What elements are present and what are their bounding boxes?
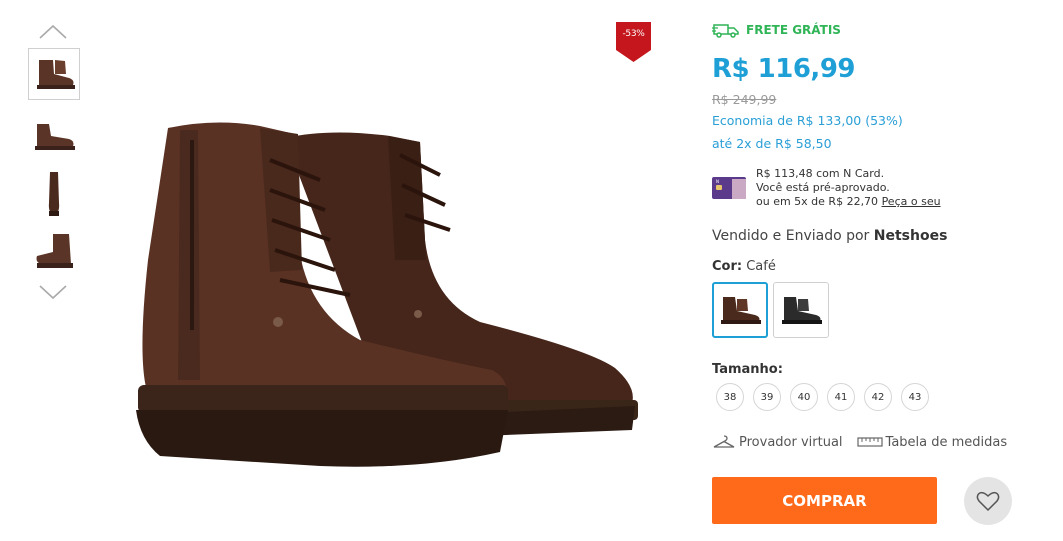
boot-thumbnail-image (37, 60, 75, 89)
color-swatch-cafe[interactable] (712, 282, 768, 338)
chevron-down-icon (39, 285, 67, 300)
old-price: R$ 249,99 (712, 92, 777, 107)
card-icon: N (712, 177, 746, 199)
truck-icon (712, 24, 739, 38)
size-option[interactable]: 40 (790, 383, 818, 411)
wishlist-button[interactable] (964, 477, 1012, 525)
size-label: Tamanho: (712, 362, 783, 377)
ncard-installments: ou em 5x de R$ 22,70 (756, 195, 879, 208)
thumbnail-gallery (24, 18, 84, 308)
free-shipping-label: FRETE GRÁTIS (746, 23, 841, 37)
gallery-down-arrow[interactable] (38, 282, 68, 302)
gallery-up-arrow[interactable] (38, 22, 68, 42)
boot-thumbnail-image (35, 124, 75, 150)
boot-swatch-image (721, 297, 761, 324)
size-option[interactable]: 41 (827, 383, 855, 411)
size-option[interactable]: 38 (716, 383, 744, 411)
color-value: Café (746, 259, 776, 274)
size-options: 38 39 40 41 42 43 (716, 383, 929, 411)
size-chart-link[interactable]: Tabela de medidas (856, 434, 1008, 450)
seller-info: Vendido e Enviado por Netshoes (712, 228, 947, 244)
badge-ribbon-shape (616, 22, 651, 62)
thumbnail-1[interactable] (28, 48, 80, 100)
installments-text: até 2x de R$ 58,50 (712, 136, 832, 151)
buy-button[interactable]: COMPRAR (712, 477, 937, 524)
chevron-up-icon (39, 24, 67, 39)
color-label-row: Cor: Café (712, 259, 776, 274)
ncard-text: R$ 113,48 com N Card. Você está pré-apro… (756, 167, 941, 209)
discount-label: -53% (622, 29, 645, 39)
product-main-image[interactable] (120, 100, 650, 490)
svg-text:N: N (716, 179, 719, 184)
color-label: Cor: (712, 259, 743, 274)
size-chart-label: Tabela de medidas (885, 434, 1008, 450)
boot-thumbnail-image (36, 234, 73, 268)
boot-pair-image (136, 122, 638, 467)
size-option[interactable]: 42 (864, 383, 892, 411)
ncard-request-link[interactable]: Peça o seu (882, 195, 941, 208)
boot-swatch-image (782, 297, 822, 324)
free-shipping-banner: FRETE GRÁTIS (712, 22, 841, 38)
seller-name: Netshoes (873, 228, 948, 244)
size-option[interactable]: 39 (753, 383, 781, 411)
savings-text: Economia de R$ 133,00 (53%) (712, 113, 903, 128)
heart-icon (976, 491, 1000, 512)
fitting-tools: Provador virtual Tabela de medidas (712, 434, 1007, 450)
ncard-line-1: R$ 113,48 com N Card. (756, 167, 885, 180)
ruler-icon (856, 437, 883, 447)
discount-badge: -53% (616, 22, 651, 62)
ncard-line-2: Você está pré-aprovado. (756, 181, 890, 194)
virtual-fitting-label: Provador virtual (739, 434, 843, 450)
thumbnail-2[interactable] (28, 110, 80, 162)
boot-thumbnail-image (48, 172, 60, 216)
ncard-offer: N R$ 113,48 com N Card. Você está pré-ap… (712, 167, 941, 209)
color-swatches (712, 282, 829, 338)
thumbnail-3[interactable] (28, 168, 80, 220)
size-option[interactable]: 43 (901, 383, 929, 411)
current-price: R$ 116,99 (712, 54, 856, 84)
virtual-fitting-link[interactable]: Provador virtual (712, 434, 843, 450)
color-swatch-preto[interactable] (773, 282, 829, 338)
ncard-line-3: ou em 5x de R$ 22,70 Peça o seu (756, 195, 941, 209)
seller-prefix: Vendido e Enviado por (712, 228, 870, 244)
hanger-icon (713, 435, 735, 448)
thumbnail-4[interactable] (28, 226, 80, 278)
